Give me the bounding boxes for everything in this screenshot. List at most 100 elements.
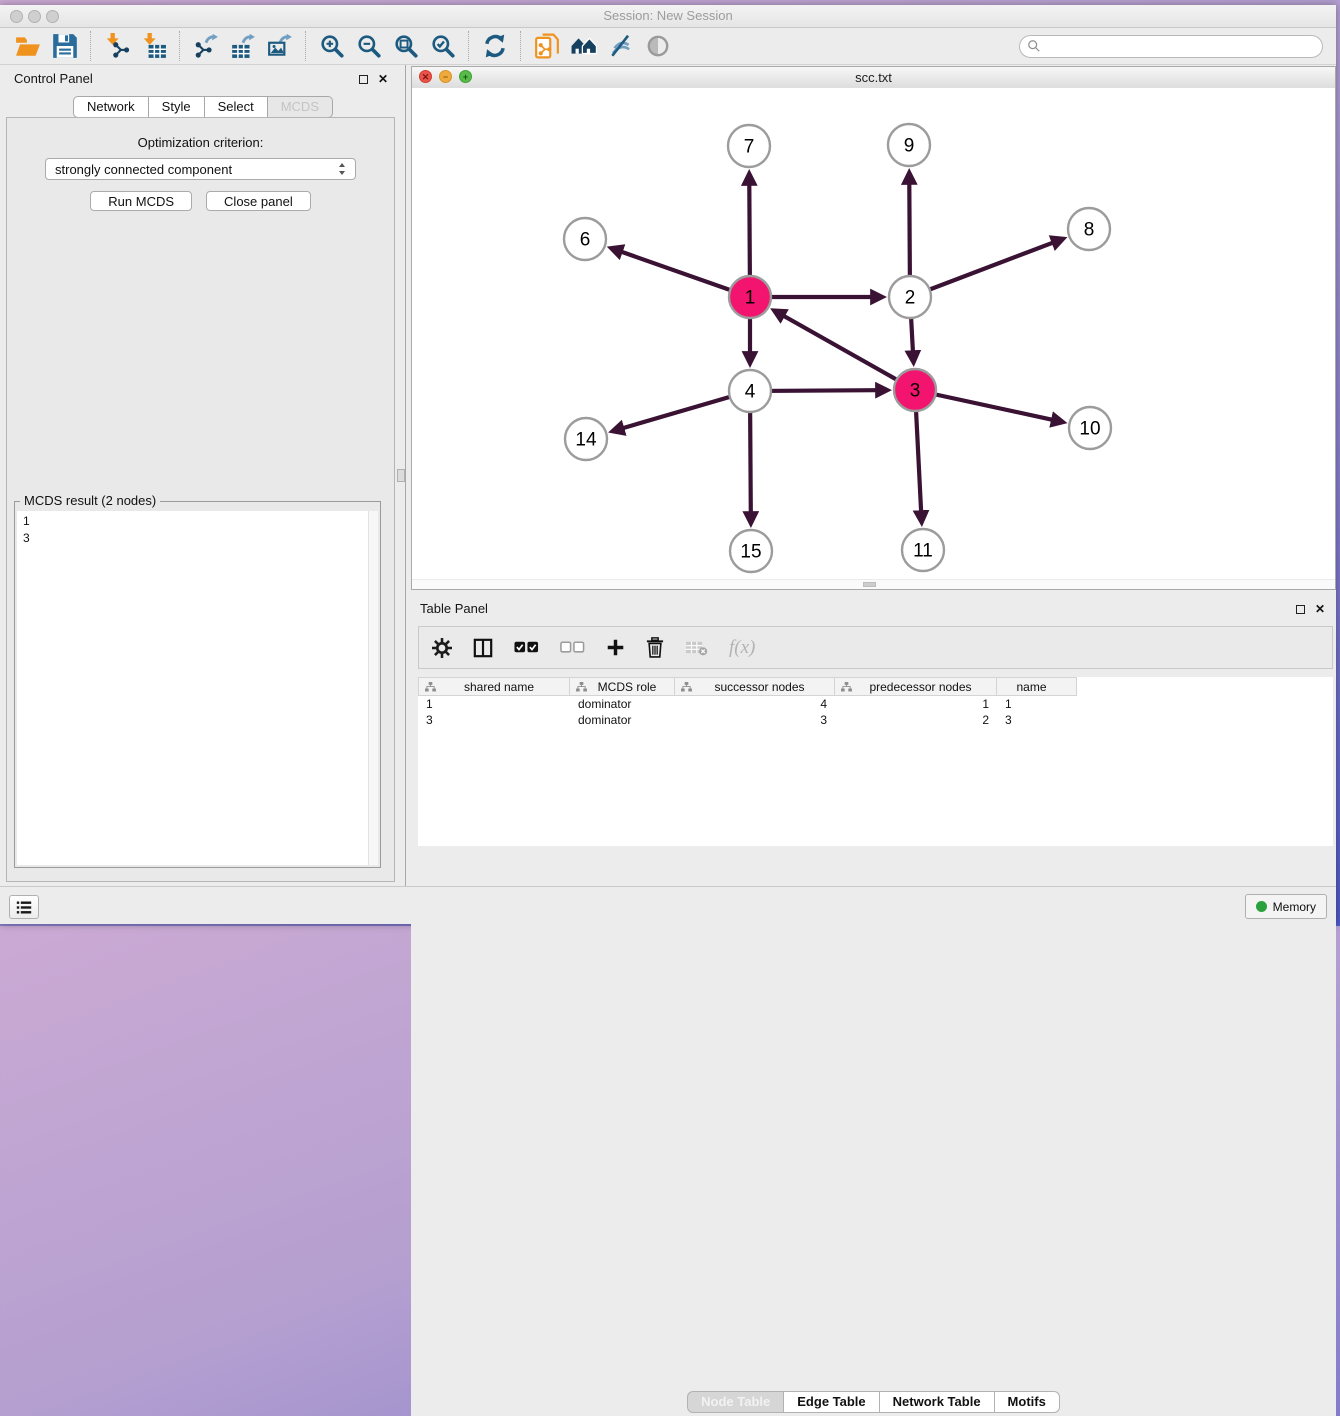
graph-node-3[interactable]: 3 [894, 369, 936, 411]
graph-node-14[interactable]: 14 [565, 418, 607, 460]
close-table-panel-icon[interactable] [1314, 603, 1326, 615]
graph-node-7[interactable]: 7 [728, 125, 770, 167]
network-maximize-icon[interactable] [459, 70, 472, 83]
import-table-button[interactable] [135, 30, 172, 62]
graph-node-11[interactable]: 11 [902, 529, 944, 571]
toolbar-separator [179, 31, 180, 61]
toolbar-separator [305, 31, 306, 61]
network-hscrollbar [412, 579, 1335, 589]
network-hscroll-thumb[interactable] [863, 582, 876, 587]
graph-node-4[interactable]: 4 [729, 370, 771, 412]
network-close-icon[interactable] [419, 70, 432, 83]
zoom-fit-button[interactable] [387, 30, 424, 62]
task-history-button[interactable] [9, 895, 39, 919]
open-session-icon [15, 33, 41, 59]
column-header-successor-nodes[interactable]: successor nodes [675, 677, 835, 696]
import-network-button[interactable] [98, 30, 135, 62]
control-panel-tabs: NetworkStyleSelectMCDS [0, 96, 406, 118]
tab-edge-table[interactable]: Edge Table [784, 1391, 879, 1413]
network-canvas[interactable]: 7 9 6 8 1 2 4 3 14 10 15 11 [412, 88, 1335, 580]
table-panel-window-controls [1296, 603, 1326, 615]
table-cell: 1 [418, 696, 570, 712]
split-view-button[interactable] [473, 638, 493, 658]
graph-node-6[interactable]: 6 [564, 218, 606, 260]
table-cell: 2 [835, 712, 997, 728]
style-preview-button[interactable] [602, 30, 639, 62]
optimization-criterion-label: Optimization criterion: [7, 135, 394, 150]
node-table: shared name MCDS rolesuccessor nodes prede… [418, 677, 1333, 846]
svg-text:15: 15 [740, 542, 761, 563]
deselect-all-button[interactable] [560, 641, 585, 654]
zoom-out-button[interactable] [350, 30, 387, 62]
select-all-button[interactable] [514, 641, 539, 654]
network-minimize-icon[interactable] [439, 70, 452, 83]
settings-icon [432, 638, 452, 658]
tab-motifs[interactable]: Motifs [995, 1391, 1060, 1413]
export-network-icon [193, 33, 219, 59]
tab-network[interactable]: Network [73, 96, 149, 118]
graph-node-10[interactable]: 10 [1069, 407, 1111, 449]
graph-edge-3-1[interactable] [784, 316, 915, 390]
column-header-label: MCDS role [590, 680, 674, 694]
network-graph: 7 9 6 8 1 2 4 3 14 10 15 11 [412, 88, 1335, 580]
graph-edge-2-8[interactable] [910, 243, 1053, 297]
column-header-shared-name[interactable]: shared name [418, 677, 570, 696]
column-header-mcds-role[interactable]: MCDS role [570, 677, 675, 696]
tab-node-table[interactable]: Node Table [687, 1391, 784, 1413]
graph-node-8[interactable]: 8 [1068, 208, 1110, 250]
export-table-button[interactable] [224, 30, 261, 62]
zoom-in-button[interactable] [313, 30, 350, 62]
mcds-result-list[interactable]: 13 [17, 511, 378, 865]
table-cell: dominator [570, 696, 675, 712]
column-header-name[interactable]: name [997, 677, 1077, 696]
table-rows: 1dominator4113dominator323 [418, 696, 1333, 728]
memory-button[interactable]: Memory [1245, 894, 1327, 919]
contrast-view-icon [645, 33, 671, 59]
add-row-button[interactable] [606, 638, 625, 657]
tab-network-table[interactable]: Network Table [880, 1391, 995, 1413]
open-session-button[interactable] [9, 30, 46, 62]
column-type-icon [681, 682, 692, 692]
export-image-button[interactable] [261, 30, 298, 62]
zoom-selected-button[interactable] [424, 30, 461, 62]
delete-row-icon [646, 637, 664, 658]
table-tabs: Node TableEdge TableNetwork TableMotifs [411, 1391, 1336, 1413]
float-table-panel-icon[interactable] [1296, 605, 1305, 614]
optimization-criterion-dropdown[interactable]: strongly connected component [45, 158, 356, 180]
graph-node-2[interactable]: 2 [889, 276, 931, 318]
column-header-label: shared name [439, 680, 569, 694]
tab-mcds[interactable]: MCDS [268, 96, 333, 118]
delete-row-button[interactable] [646, 637, 664, 658]
control-panel-window-controls [359, 73, 389, 85]
table-row[interactable]: 1dominator411 [418, 696, 1333, 712]
import-table-icon [141, 33, 167, 59]
duplicate-network-button[interactable] [528, 30, 565, 62]
save-session-button[interactable] [46, 30, 83, 62]
result-scrollbar[interactable] [368, 511, 378, 865]
table-panel-title: Table Panel [420, 601, 488, 616]
table-row[interactable]: 3dominator323 [418, 712, 1333, 728]
network-window-title: scc.txt [412, 67, 1335, 88]
close-panel-button[interactable]: Close panel [206, 191, 311, 211]
graph-node-15[interactable]: 15 [730, 530, 772, 572]
graph-node-9[interactable]: 9 [888, 124, 930, 166]
refresh-view-button[interactable] [476, 30, 513, 62]
settings-button[interactable] [432, 638, 452, 658]
splitter-handle[interactable] [397, 469, 405, 482]
close-panel-icon[interactable] [377, 73, 389, 85]
delete-table-icon [685, 639, 708, 656]
column-header-label: predecessor nodes [855, 680, 996, 694]
export-network-button[interactable] [187, 30, 224, 62]
float-panel-icon[interactable] [359, 75, 368, 84]
svg-text:2: 2 [905, 288, 916, 309]
graph-node-1[interactable]: 1 [729, 276, 771, 318]
network-view-window: scc.txt 7 9 6 8 1 2 4 3 14 10 15 11 [411, 66, 1336, 590]
home-view-button[interactable] [565, 30, 602, 62]
search-input[interactable] [1045, 38, 1315, 54]
contrast-view-button[interactable] [639, 30, 676, 62]
export-table-icon [230, 33, 256, 59]
run-mcds-button[interactable]: Run MCDS [90, 191, 192, 211]
tab-select[interactable]: Select [205, 96, 268, 118]
column-header-predecessor-nodes[interactable]: predecessor nodes [835, 677, 997, 696]
tab-style[interactable]: Style [149, 96, 205, 118]
